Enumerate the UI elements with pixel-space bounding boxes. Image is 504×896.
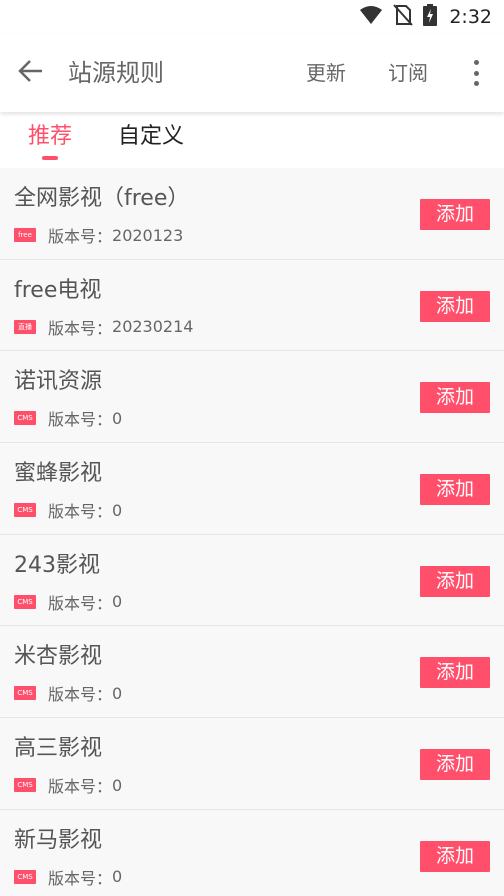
source-name: 蜜蜂影视 [14,461,103,487]
version-value: 0 [112,775,123,795]
subscribe-button[interactable]: 订阅 [388,60,428,86]
add-button[interactable]: 添加 [420,657,490,689]
source-meta: CMS 版本号： 0 [14,499,122,521]
tab-indicator [42,156,58,160]
source-meta: free 版本号： 2020123 [14,224,183,246]
source-type-badge: CMS [14,686,36,701]
page-title: 站源规则 [68,59,164,87]
version-value: 0 [112,592,123,612]
more-vert-icon-dot [473,81,479,86]
add-button[interactable]: 添加 [420,840,490,872]
source-type-badge: CMS [14,778,36,793]
update-button[interactable]: 更新 [306,60,346,86]
version-label: 版本号： [48,685,113,705]
list-item: 蜜蜂影视 CMS 版本号： 0 添加 [0,443,504,535]
version-value: 20230214 [112,317,194,337]
source-meta: CMS 版本号： 0 [14,591,122,613]
source-list: 全网影视（free） free 版本号： 2020123 添加 free电视 直… [0,168,504,896]
list-item: 高三影视 CMS 版本号： 0 添加 [0,718,504,810]
add-button[interactable]: 添加 [420,565,490,597]
source-meta: CMS 版本号： 0 [14,774,122,796]
version-value: 0 [112,500,123,520]
list-item: free电视 直播 版本号： 20230214 添加 [0,259,504,352]
source-meta: CMS 版本号： 0 [14,682,122,704]
status-time: 2:32 [449,6,492,28]
version-label: 版本号： [48,318,113,338]
tab-bar: 推荐 自定义 [0,112,504,168]
list-item: 全网影视（free） free 版本号： 2020123 添加 [0,168,504,260]
version-value: 2020123 [112,225,184,245]
add-button[interactable]: 添加 [420,474,490,506]
source-meta: 直播 版本号： 20230214 [14,316,193,338]
source-name: 243影视 [14,552,100,578]
version-label: 版本号： [48,410,113,430]
status-bar: 2:32 [0,0,504,34]
version-label: 版本号： [48,777,113,797]
status-icons: 2:32 [359,4,492,30]
source-name: 高三影视 [14,736,103,762]
source-meta: CMS 版本号： 0 [14,866,122,888]
list-item: 243影视 CMS 版本号： 0 添加 [0,534,504,627]
list-item: 诺讯资源 CMS 版本号： 0 添加 [0,351,504,444]
add-button[interactable]: 添加 [420,199,490,230]
source-name: free电视 [14,277,102,303]
source-type-badge: free [14,228,36,242]
more-options-button[interactable] [464,57,488,89]
version-value: 0 [112,683,123,703]
source-type-badge: CMS [14,503,36,518]
source-name: 新马影视 [14,827,103,853]
source-type-badge: 直播 [14,319,36,334]
source-meta: CMS 版本号： 0 [14,407,122,429]
source-name: 诺讯资源 [14,369,103,395]
add-button[interactable]: 添加 [420,382,490,414]
more-vert-icon-dot [473,60,479,65]
version-label: 版本号： [48,593,113,613]
source-type-badge: CMS [14,594,36,609]
version-value: 0 [112,867,123,887]
back-button[interactable] [14,56,48,90]
source-name: 米杏影视 [14,644,103,670]
add-button[interactable]: 添加 [420,749,490,781]
source-type-badge: CMS [14,411,36,426]
version-label: 版本号： [48,227,113,246]
no-sim-icon [393,4,414,30]
arrow-left-icon [18,59,44,87]
version-label: 版本号： [48,502,113,522]
source-type-badge: CMS [14,869,36,884]
source-name: 全网影视（free） [14,186,190,211]
list-item: 新马影视 CMS 版本号： 0 添加 [0,809,504,896]
app-bar: 站源规则 更新 订阅 [0,34,504,112]
version-value: 0 [112,408,123,428]
wifi-icon [359,5,383,29]
list-item: 米杏影视 CMS 版本号： 0 添加 [0,626,504,719]
add-button[interactable]: 添加 [420,290,490,322]
battery-charging-icon [423,4,438,30]
tab-recommended[interactable]: 推荐 [28,122,72,152]
tab-custom[interactable]: 自定义 [118,122,184,152]
more-vert-icon-dot [473,70,479,76]
version-label: 版本号： [48,868,113,888]
